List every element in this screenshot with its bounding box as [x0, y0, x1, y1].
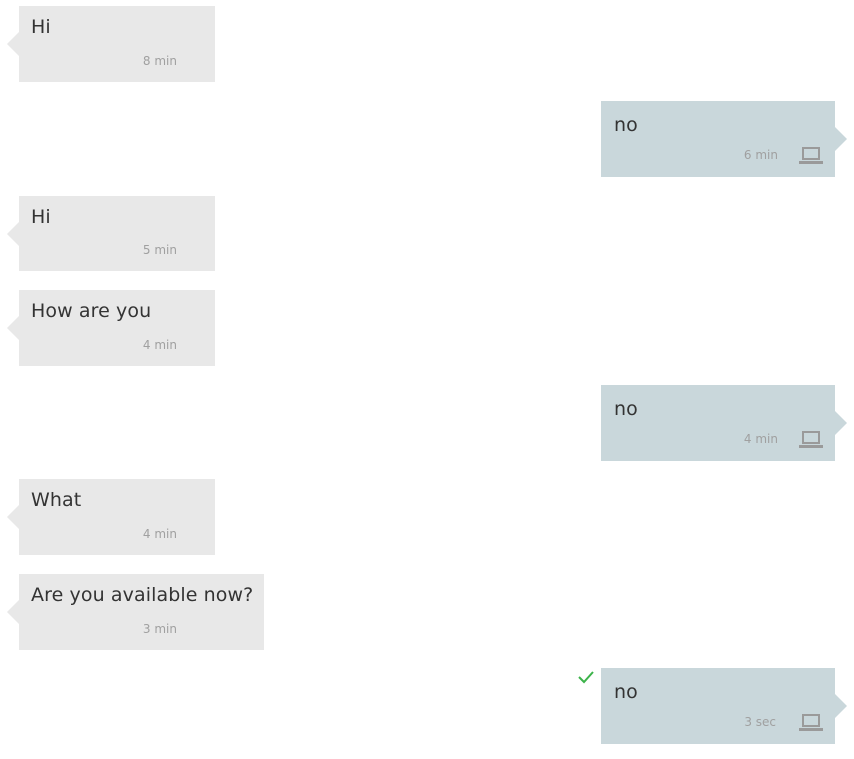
message-timestamp: 4 min [142, 338, 177, 352]
message-timestamp: 4 min [142, 527, 177, 541]
message-timestamp: 3 sec [744, 715, 776, 729]
message-bubble-incoming: Hi 5 min [7, 196, 215, 271]
message-text: no [614, 398, 638, 420]
message-timestamp: 5 min [142, 243, 177, 257]
message-text: Are you available now? [31, 584, 254, 606]
message-text: How are you [31, 300, 152, 322]
message-bubble-incoming: Hi 8 min [7, 6, 215, 82]
message-timestamp: 3 min [142, 622, 177, 636]
message-bubble-incoming: Are you available now? 3 min [7, 574, 264, 650]
laptop-icon [799, 147, 823, 164]
message-bubble-outgoing: no 4 min [601, 385, 847, 461]
message-text: Hi [31, 206, 51, 228]
message-bubble-incoming: What 4 min [7, 479, 215, 555]
message-timestamp: 8 min [142, 54, 177, 68]
message-bubble-incoming: How are you 4 min [7, 290, 215, 366]
message-text: What [31, 489, 82, 511]
message-text: no [614, 114, 638, 136]
laptop-icon [799, 431, 823, 448]
message-bubble-outgoing: no 3 sec [601, 668, 847, 744]
laptop-icon [799, 714, 823, 731]
message-timestamp: 4 min [743, 432, 778, 446]
message-timestamp: 6 min [743, 148, 778, 162]
message-text: Hi [31, 16, 51, 38]
message-bubble-outgoing: no 6 min [601, 101, 847, 177]
message-text: no [614, 681, 638, 703]
checkmark-icon [578, 671, 594, 684]
